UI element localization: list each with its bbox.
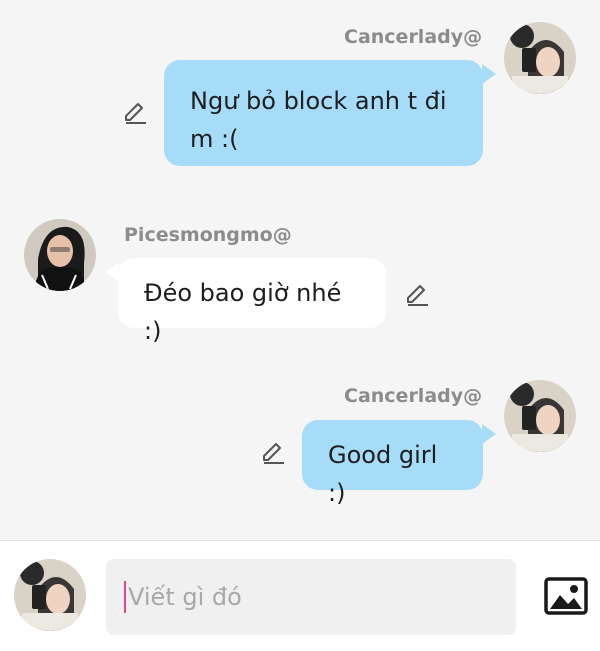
message-sender: Cancerlady@ [344, 385, 483, 407]
message-text-line: Đéo bao giờ nhé :) [144, 279, 342, 345]
image-icon[interactable] [544, 577, 588, 615]
pencil-icon[interactable] [122, 100, 148, 126]
text-caret [124, 581, 126, 613]
message-sender: Cancerlady@ [344, 26, 483, 48]
bubble-tail [482, 64, 496, 84]
message-text-line: m :( [190, 125, 239, 153]
avatar-picesmongmo[interactable] [24, 219, 96, 291]
message-bubble-outgoing[interactable]: Ngư bỏ block anh t đi m :( [164, 60, 483, 166]
pencil-icon[interactable] [260, 440, 286, 466]
pencil-icon[interactable] [404, 282, 430, 308]
message-composer: Viết gì đó [0, 540, 600, 651]
message-input-placeholder: Viết gì đó [128, 583, 242, 611]
avatar-cancerlady[interactable] [504, 380, 576, 452]
bubble-tail [105, 262, 119, 282]
message-input[interactable]: Viết gì đó [106, 559, 516, 635]
message-sender: Picesmongmo@ [124, 224, 292, 246]
bubble-tail [482, 424, 496, 444]
message-text-line: Ngư bỏ block anh t đi [190, 87, 447, 115]
current-user-avatar[interactable] [14, 559, 86, 631]
message-bubble-incoming[interactable]: Đéo bao giờ nhé :) [118, 258, 386, 345]
chat-thread: Cancerlady@ Ngư bỏ block anh t đi m :( P… [0, 0, 600, 540]
message-bubble-outgoing[interactable]: Good girl :) [302, 420, 483, 507]
avatar-cancerlady[interactable] [504, 22, 576, 94]
message-text-line: Good girl :) [328, 441, 438, 507]
